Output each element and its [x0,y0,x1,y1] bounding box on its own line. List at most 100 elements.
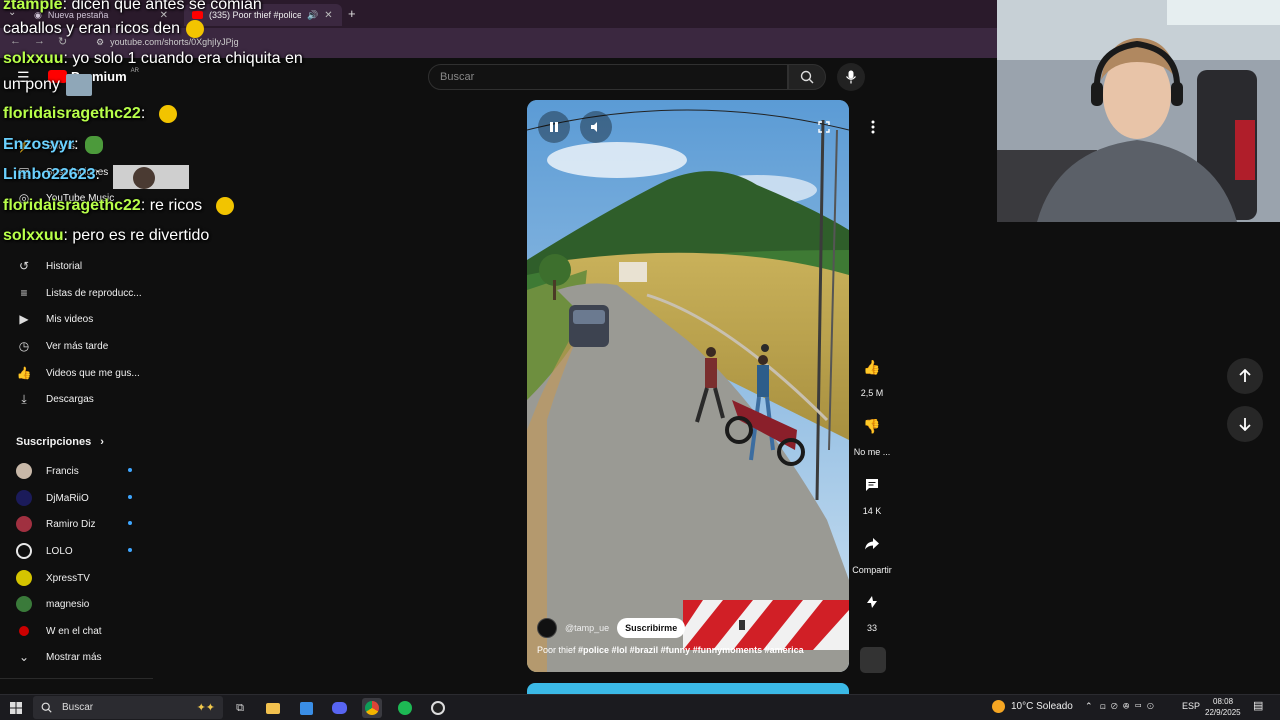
thumbs-up-icon: 👍 [16,366,32,380]
video-title-text: Poor thief [537,645,576,655]
weather-text[interactable]: 10°C Soleado [1011,701,1073,712]
chevron-down-icon: ⌄ [18,650,30,664]
store-button[interactable] [296,698,316,718]
subscription-ramiro-diz[interactable]: Ramiro Diz [16,516,95,532]
sidebar-item-label: Descargas [46,393,94,405]
dislike-label: No me ... [853,447,891,457]
subscription-label: XpressTV [46,572,90,584]
thumbs-up-icon: 👍 [863,358,881,375]
channel-avatar[interactable] [537,618,557,638]
like-button[interactable]: 👍 [855,350,889,384]
chat-text: : [95,166,100,183]
chat-message: Limbo22623: [3,166,100,184]
dislike-action[interactable]: 👎 No me ... [850,409,894,458]
like-count: 2,5 M [860,388,884,398]
taskbar-search[interactable]: Buscar ✦✦ [33,696,223,719]
search-input[interactable]: Buscar [428,64,788,90]
new-tab-button[interactable]: + [348,6,356,21]
chat-message: ztample: dicen que antes se comian [3,0,262,14]
like-action[interactable]: 👍 2,5 M [850,350,894,399]
share-button[interactable] [855,527,889,561]
subscription-magnesio[interactable]: magnesio [16,596,89,612]
fullscreen-button[interactable] [808,111,840,143]
sidebar-item-liked-videos[interactable]: 👍 Videos que me gus... [16,365,140,381]
channel-name[interactable]: @tamp_ue [565,623,609,633]
sidebar-item-playlists[interactable]: ≡ Listas de reproducc... [16,285,141,301]
subscription-lolo[interactable]: LOLO [16,543,73,559]
new-content-dot [128,468,132,472]
sidebar-item-history[interactable]: ↺ Historial [16,258,82,274]
sidebar-item-my-videos[interactable]: ▶ Mis videos [16,311,93,327]
subscriptions-heading[interactable]: Suscripciones › [16,436,104,448]
tray-icons[interactable]: ⊡⊘ꔮ▭⊙ [1100,701,1159,712]
chat-username: ztample [3,0,63,13]
chat-text: un pony [3,76,60,94]
chat-username: floridaisragethc22 [3,105,141,123]
task-view-button[interactable]: ⧉ [230,698,250,718]
mute-button[interactable] [580,111,612,143]
start-button[interactable] [6,698,26,718]
obs-icon [431,701,445,715]
subscribe-button[interactable]: Suscribirme [617,618,686,638]
subscription-djmariio[interactable]: DjMaRiiO [16,490,89,506]
obs-button[interactable] [428,698,448,718]
comments-button[interactable] [855,468,889,502]
share-action[interactable]: Compartir [850,527,894,575]
chat-username: Enzosyyr [3,136,75,154]
pause-button[interactable] [538,111,570,143]
arrow-down-icon [1239,418,1251,431]
subscription-label: magnesio [46,598,90,610]
channel-avatar [16,543,32,559]
chevron-right-icon: › [100,436,104,448]
notifications-icon[interactable]: ▤ [1253,699,1263,712]
speaker-icon[interactable]: 🔊 [307,10,318,21]
clock-date[interactable]: 22/9/2025 [1205,708,1241,717]
chat-username: floridaisragethc22 [3,197,141,215]
voice-search-button[interactable] [837,63,865,91]
remix-action[interactable]: 33 [850,585,894,633]
chat-text: : re ricos [140,197,203,215]
remix-button[interactable] [855,585,889,619]
show-more-button[interactable]: ⌄ Mostrar más [16,649,102,665]
chat-text: : [140,105,146,123]
comment-icon [866,479,878,491]
channel-avatar [16,570,32,586]
tray-overflow-icon[interactable]: ⌃ [1085,701,1093,712]
spotify-button[interactable] [395,698,415,718]
close-icon[interactable]: ✕ [324,10,332,21]
more-options-button[interactable] [861,115,885,139]
file-explorer-button[interactable] [263,698,283,718]
discord-button[interactable] [329,698,349,718]
download-icon: ⤓ [21,391,27,406]
comment-count: 14 K [862,506,882,516]
store-icon [299,701,313,715]
subscription-francis[interactable]: Francis [16,463,79,479]
sidebar-item-label: Historial [46,260,83,272]
chat-text: caballos y eran ricos den [3,20,180,38]
search-placeholder: Buscar [440,71,475,83]
language-indicator[interactable]: ESP [1182,701,1200,711]
video-title[interactable]: Poor thief #police #lol #brazil #funny #… [537,645,804,655]
search-icon [41,702,52,713]
next-short-button[interactable] [1227,406,1263,442]
video-hashtags[interactable]: #police #lol #brazil #funny #funnymoment… [578,645,804,655]
new-content-dot [128,548,132,552]
chrome-button[interactable] [362,698,382,718]
subscription-label: Francis [46,465,79,477]
search-button[interactable] [788,64,826,90]
clock-time[interactable]: 08:08 [1213,697,1233,706]
subscription-w-en-el-chat[interactable]: W en el chat [16,623,102,639]
playlist-icon: ≡ [20,286,28,300]
emote-icon [185,20,204,38]
previous-short-button[interactable] [1227,358,1263,394]
subscription-xpresstv[interactable]: XpressTV [16,570,90,586]
dislike-button[interactable]: 👎 [855,409,889,443]
shorts-video-player[interactable]: @tamp_ue Suscribirme Poor thief #police … [527,100,849,672]
sidebar-item-downloads[interactable]: ⤓ Descargas [16,391,94,407]
sparkle-icon: ✦✦ [196,702,215,714]
person-emote-icon [113,165,189,189]
sidebar-item-watch-later[interactable]: ◷ Ver más tarde [16,338,109,354]
sound-thumbnail[interactable] [860,647,886,673]
comments-action[interactable]: 14 K [850,468,894,516]
new-content-dot [128,495,132,499]
